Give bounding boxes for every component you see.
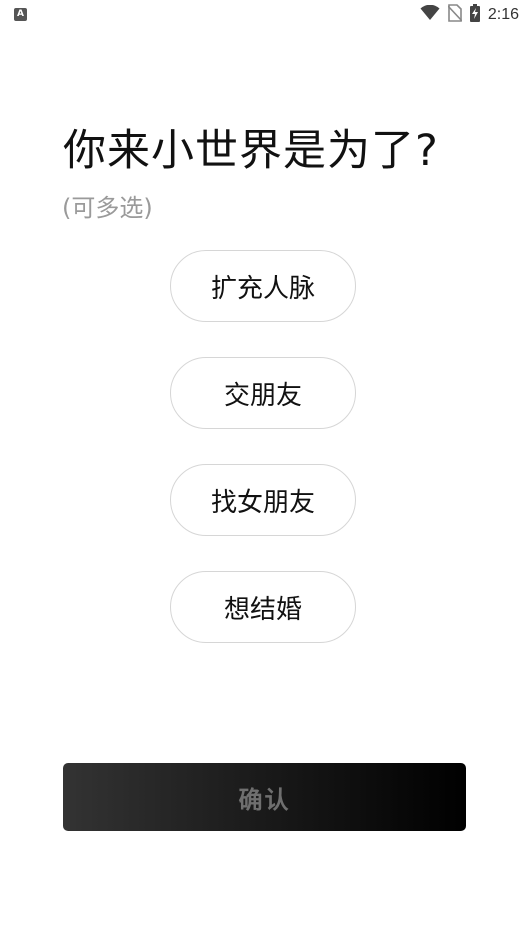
battery-charging-icon	[469, 4, 480, 26]
status-time: 2:16	[487, 6, 519, 23]
wifi-icon	[420, 4, 440, 25]
confirm-button[interactable]: 确认	[63, 763, 466, 831]
no-sim-icon	[447, 4, 463, 26]
option-find-girlfriend[interactable]: 找女朋友	[170, 464, 356, 536]
app-notification-icon: A	[14, 8, 27, 21]
page-title: 你来小世界是为了?	[63, 126, 439, 176]
option-get-married[interactable]: 想结婚	[170, 571, 356, 643]
page-subtitle: (可多选)	[62, 194, 153, 222]
option-make-friends[interactable]: 交朋友	[170, 357, 356, 429]
status-bar-right: 2:16	[420, 4, 519, 26]
screen: A 2:16 你来小世界是为了? (可多选) 扩充人脉 交朋友 找女朋友 想结婚…	[0, 0, 529, 940]
status-bar: A 2:16	[0, 0, 529, 30]
option-list: 扩充人脉 交朋友 找女朋友 想结婚	[170, 250, 358, 678]
option-expand-network[interactable]: 扩充人脉	[170, 250, 356, 322]
